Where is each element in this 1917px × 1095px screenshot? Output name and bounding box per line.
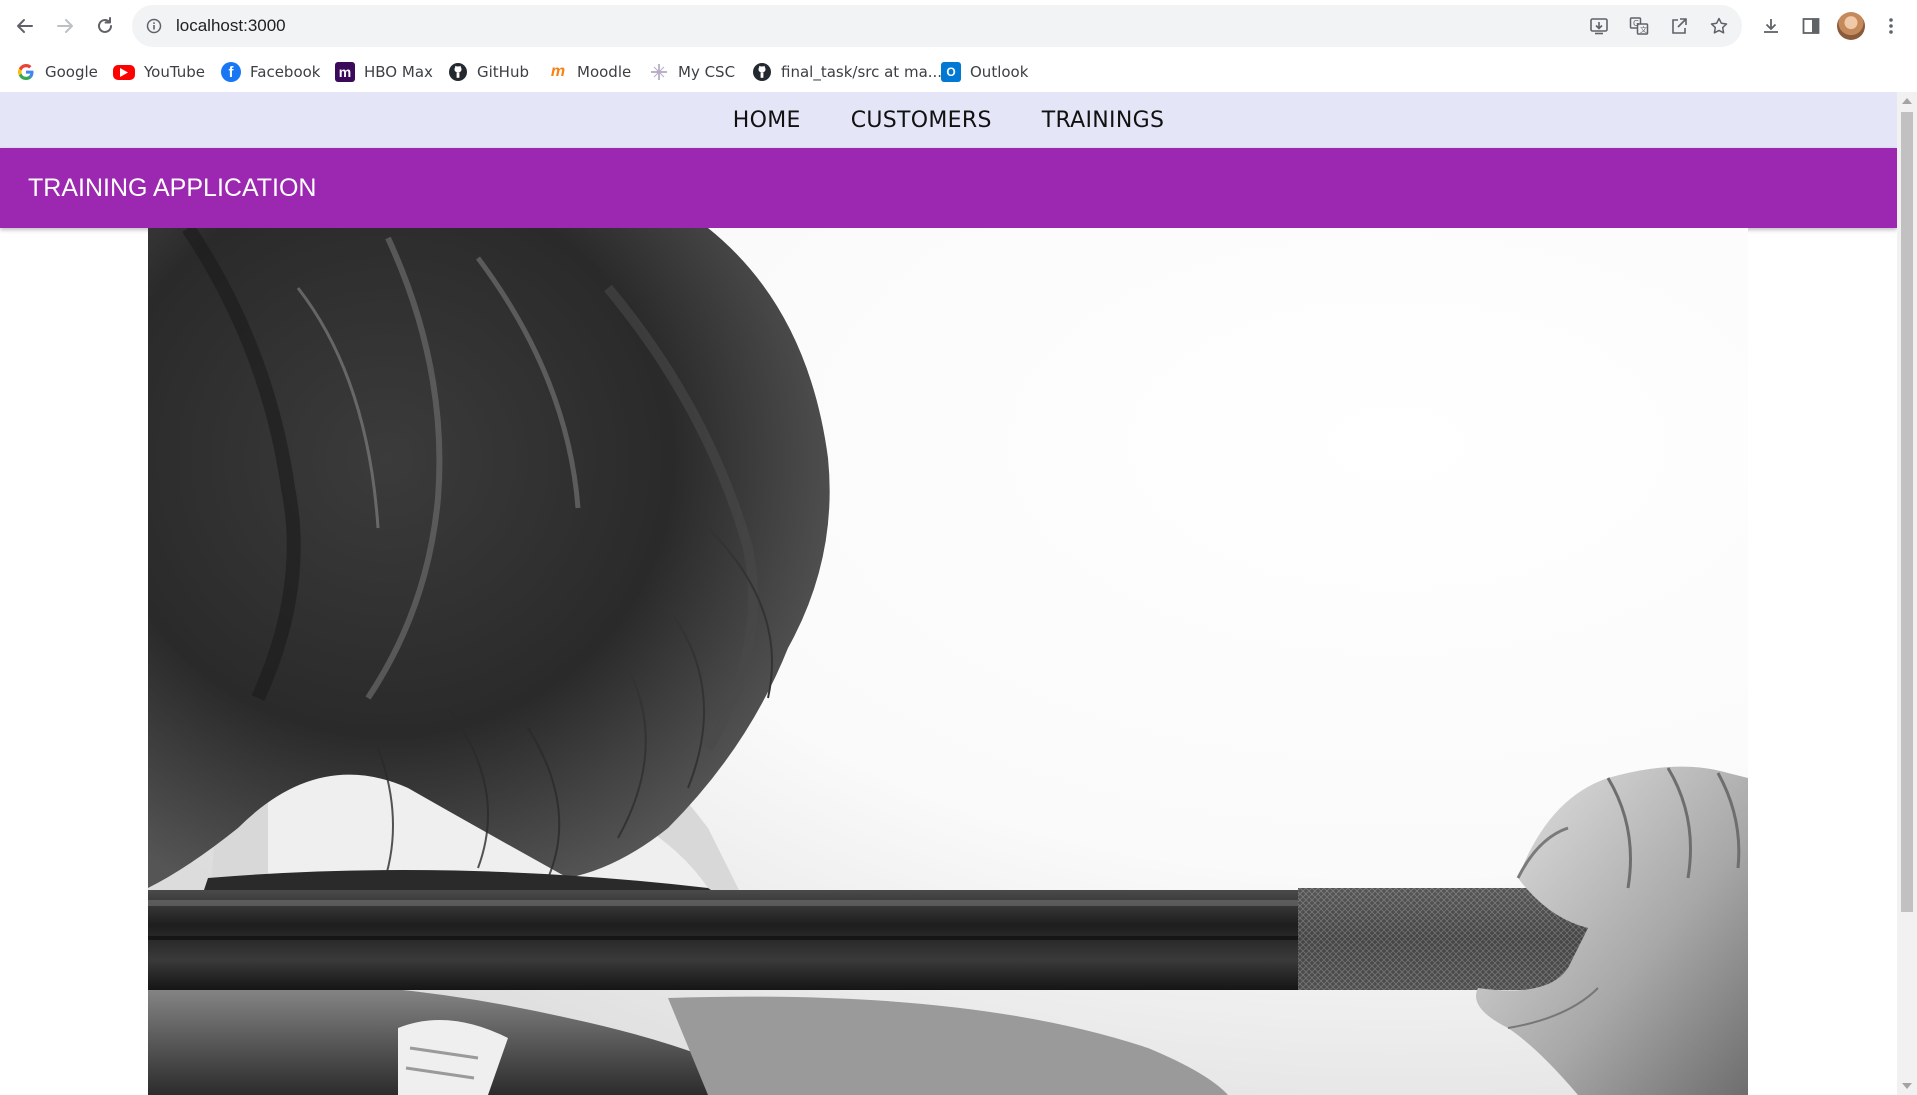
scrollbar-thumb[interactable] <box>1901 112 1913 912</box>
forward-arrow-icon[interactable] <box>49 10 81 42</box>
site-info-icon[interactable] <box>146 18 162 34</box>
github-icon <box>752 62 772 82</box>
page-viewport: HOME CUSTOMERS TRAININGS TRAINING APPLIC… <box>0 92 1897 1095</box>
youtube-icon <box>113 64 135 80</box>
download-icon[interactable] <box>1757 12 1785 40</box>
svg-text:G: G <box>1633 19 1639 28</box>
bookmark-github[interactable]: GitHub <box>448 61 529 83</box>
bookmark-moodle[interactable]: m Moodle <box>548 61 631 83</box>
address-bar[interactable]: localhost:3000 G文 <box>132 5 1742 47</box>
bookmark-youtube[interactable]: YouTube <box>113 61 205 83</box>
bookmark-final-task[interactable]: final_task/src at ma... <box>752 61 942 83</box>
scroll-up-arrow-icon[interactable] <box>1902 98 1912 104</box>
bookmark-label: Facebook <box>250 63 321 81</box>
vertical-scrollbar[interactable] <box>1897 92 1917 1095</box>
hero-image <box>148 228 1748 1095</box>
app-navigation: HOME CUSTOMERS TRAININGS <box>0 92 1897 148</box>
install-app-icon[interactable] <box>1587 14 1611 38</box>
bookmarks-bar: Google YouTube f Facebook m HBO Max GitH… <box>0 52 1917 92</box>
bookmark-google[interactable]: Google <box>16 61 98 83</box>
bookmark-label: HBO Max <box>364 63 433 81</box>
github-icon <box>448 62 468 82</box>
barbell-photo <box>148 228 1748 1095</box>
nav-link-home[interactable]: HOME <box>733 108 801 133</box>
bookmark-label: Outlook <box>970 63 1029 81</box>
scroll-down-arrow-icon[interactable] <box>1902 1083 1912 1089</box>
browser-toolbar: localhost:3000 G文 <box>0 0 1917 52</box>
bookmark-label: YouTube <box>144 63 205 81</box>
app-title: TRAINING APPLICATION <box>28 174 317 202</box>
url-text[interactable]: localhost:3000 <box>176 16 286 36</box>
bookmark-facebook[interactable]: f Facebook <box>221 61 320 83</box>
nav-link-trainings[interactable]: TRAININGS <box>1042 108 1165 133</box>
bookmark-label: Google <box>45 63 98 81</box>
google-icon <box>16 62 36 82</box>
bookmark-label: Moodle <box>577 63 632 81</box>
bookmark-label: GitHub <box>477 63 529 81</box>
side-panel-icon[interactable] <box>1797 12 1825 40</box>
bookmark-label: final_task/src at ma... <box>781 63 943 81</box>
hbo-max-icon: m <box>335 62 355 82</box>
app-header-bar: TRAINING APPLICATION <box>0 148 1897 228</box>
profile-avatar[interactable] <box>1837 12 1865 40</box>
svg-text:文: 文 <box>1640 25 1647 34</box>
mycsc-icon <box>649 62 669 82</box>
bookmark-star-icon[interactable] <box>1707 14 1731 38</box>
outlook-icon: O <box>941 62 961 82</box>
bookmark-label: My CSC <box>678 63 736 81</box>
bookmark-mycsc[interactable]: My CSC <box>649 61 735 83</box>
facebook-icon: f <box>221 62 241 82</box>
more-menu-icon[interactable] <box>1877 12 1905 40</box>
bookmark-outlook[interactable]: O Outlook <box>941 61 1028 83</box>
back-arrow-icon[interactable] <box>9 10 41 42</box>
share-icon[interactable] <box>1667 14 1691 38</box>
translate-icon[interactable]: G文 <box>1627 14 1651 38</box>
moodle-icon: m <box>550 63 566 80</box>
reload-icon[interactable] <box>89 10 121 42</box>
nav-link-customers[interactable]: CUSTOMERS <box>851 108 992 133</box>
bookmark-hbo-max[interactable]: m HBO Max <box>335 61 433 83</box>
